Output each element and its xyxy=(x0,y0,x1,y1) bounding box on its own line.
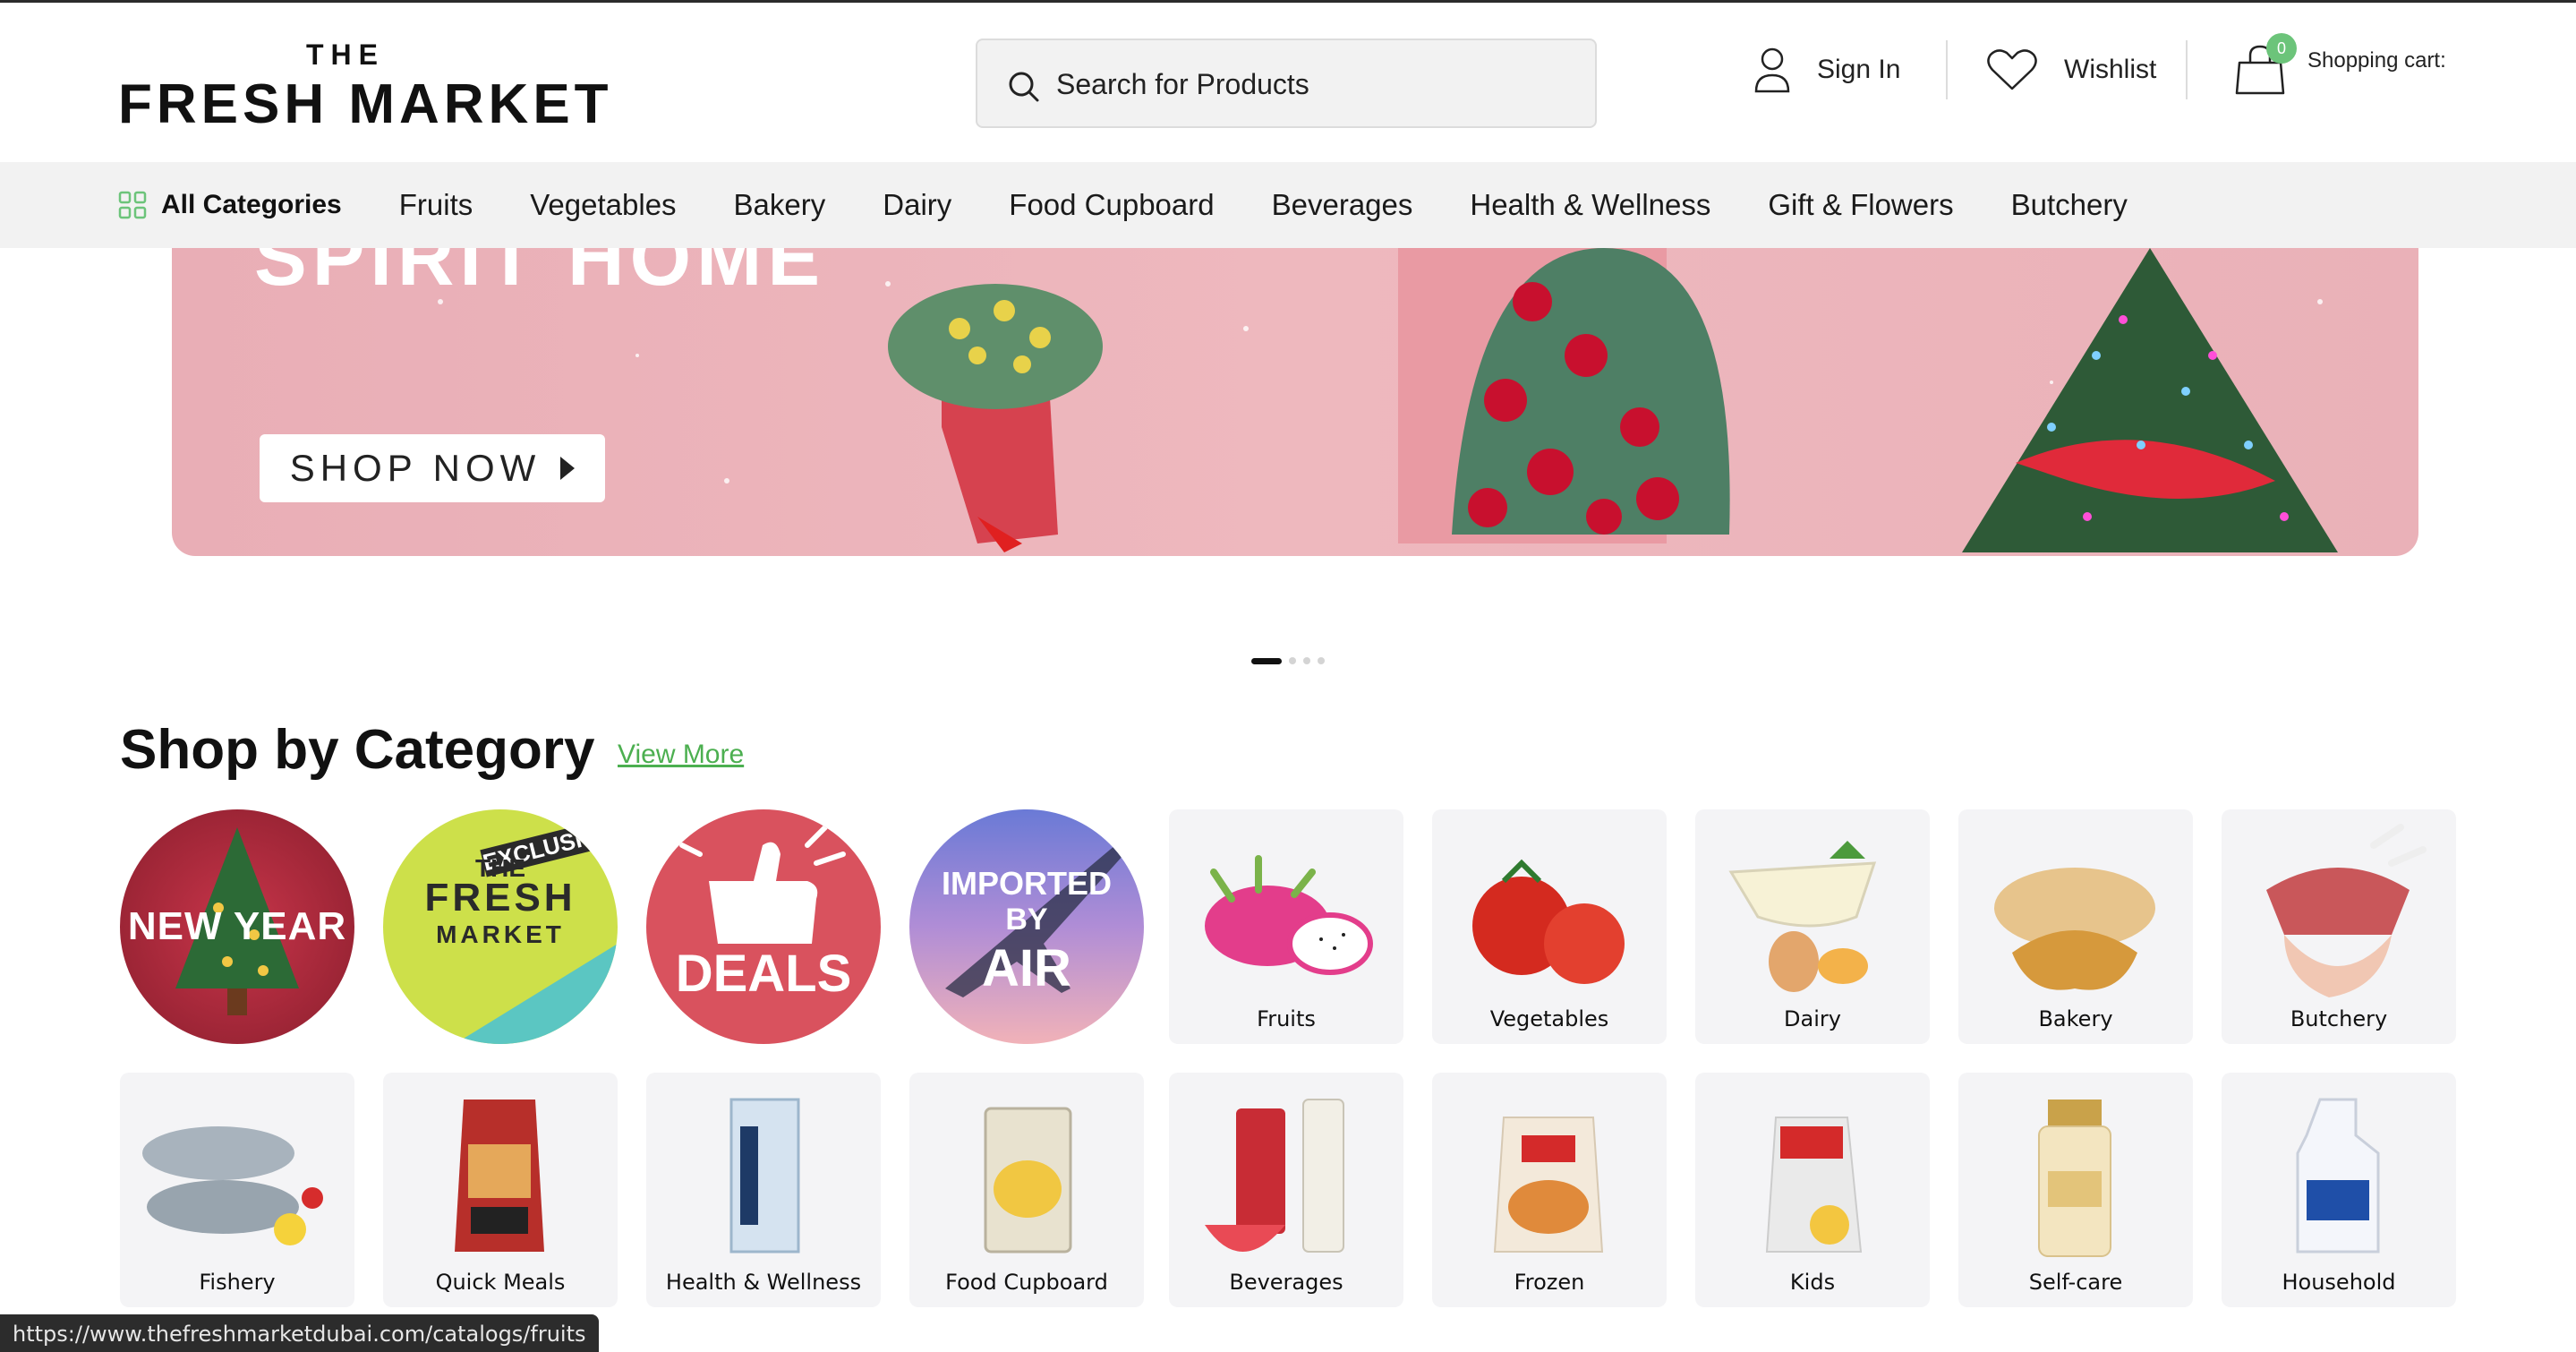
tile-label: Frozen xyxy=(1514,1270,1585,1295)
nav-item-bakery[interactable]: Bakery xyxy=(734,188,826,222)
grid-icon xyxy=(118,191,147,219)
nav-item-gift-flowers[interactable]: Gift & Flowers xyxy=(1768,188,1953,222)
shop-now-button[interactable]: SHOP NOW xyxy=(260,434,605,502)
tile-label: Beverages xyxy=(1229,1270,1343,1295)
view-more-link[interactable]: View More xyxy=(618,740,744,770)
category-vegetables[interactable]: Vegetables xyxy=(1432,809,1667,1044)
browser-status-url: https://www.thefreshmarketdubai.com/cata… xyxy=(0,1314,599,1352)
category-nav: All Categories Fruits Vegetables Bakery … xyxy=(0,162,2576,248)
wishlist-link[interactable]: Wishlist xyxy=(1985,39,2156,101)
sign-in-link[interactable]: Sign In xyxy=(1753,39,1900,101)
tile-label: Vegetables xyxy=(1489,1006,1609,1031)
sign-in-label: Sign In xyxy=(1817,55,1901,84)
heart-icon xyxy=(1987,49,2037,90)
tile-label: Dairy xyxy=(1784,1006,1841,1031)
thumbs-up-icon xyxy=(679,825,846,944)
exclusive-line2: FRESH xyxy=(424,876,576,920)
nav-item-butchery[interactable]: Butchery xyxy=(2011,188,2128,222)
category-imported-by-air[interactable]: IMPORTED BY AIR xyxy=(909,809,1144,1044)
category-exclusive[interactable]: EXCLUSIVE THE FRESH MARKET xyxy=(383,809,618,1044)
category-self-care[interactable]: Self-care xyxy=(1958,1073,2193,1307)
category-beverages[interactable]: Beverages xyxy=(1169,1073,1403,1307)
shopping-cart-label: Shopping cart: xyxy=(2307,48,2446,73)
category-kids[interactable]: Kids xyxy=(1695,1073,1930,1307)
tile-label: Bakery xyxy=(2038,1006,2113,1031)
category-dairy[interactable]: Dairy xyxy=(1695,809,1930,1044)
tile-label: Health & Wellness xyxy=(665,1270,862,1295)
header-divider xyxy=(1946,40,1948,99)
nav-item-food-cupboard[interactable]: Food Cupboard xyxy=(1009,188,1214,222)
deals-text: DEALS xyxy=(675,945,852,1003)
category-butchery[interactable]: Butchery xyxy=(2222,809,2456,1044)
carousel-dot-active[interactable] xyxy=(1251,657,1282,664)
imported-line1: IMPORTED xyxy=(941,865,1112,902)
category-bakery[interactable]: Bakery xyxy=(1958,809,2193,1044)
tile-label: Food Cupboard xyxy=(945,1270,1108,1295)
shopping-cart-link[interactable]: 0 Shopping cart: xyxy=(2234,33,2446,101)
site-header: THE FRESH MARKET Sign In Wishlist 0 Shop… xyxy=(0,3,2576,162)
logo-top-text: THE xyxy=(306,39,385,71)
exclusive-line3: MARKET xyxy=(436,920,565,948)
category-deals[interactable]: DEALS xyxy=(646,809,881,1044)
tile-label: Kids xyxy=(1789,1270,1836,1295)
nav-item-vegetables[interactable]: Vegetables xyxy=(530,188,676,222)
banner-artwork xyxy=(438,248,2338,552)
category-new-year[interactable]: NEW YEAR xyxy=(120,809,354,1044)
new-year-text: NEW YEAR xyxy=(127,904,347,948)
imported-line2: BY xyxy=(1005,903,1048,937)
carousel-dot[interactable] xyxy=(1289,657,1296,664)
cart-count-badge: 0 xyxy=(2266,33,2297,64)
carousel-pagination xyxy=(1251,657,1332,664)
category-quick-meals[interactable]: Quick Meals xyxy=(383,1073,618,1307)
tile-label: Fruits xyxy=(1257,1006,1316,1031)
search-bar[interactable] xyxy=(976,39,1597,128)
nav-item-health-wellness[interactable]: Health & Wellness xyxy=(1470,188,1710,222)
imported-line3: AIR xyxy=(982,939,1071,997)
category-health-wellness[interactable]: Health & Wellness xyxy=(646,1073,881,1307)
tile-label: Fishery xyxy=(199,1270,276,1295)
carousel-dot[interactable] xyxy=(1318,657,1325,664)
user-icon xyxy=(1754,47,1790,93)
category-fishery[interactable]: Fishery xyxy=(120,1073,354,1307)
all-categories-label: All Categories xyxy=(161,190,342,219)
tile-label: Self-care xyxy=(2028,1270,2123,1295)
search-icon xyxy=(1009,72,1039,102)
site-logo[interactable]: THE FRESH MARKET xyxy=(118,39,609,137)
promo-banner[interactable]: SPIRIT HOME SHOP NOW xyxy=(172,248,2418,556)
wishlist-label: Wishlist xyxy=(2064,55,2157,84)
carousel-dot[interactable] xyxy=(1303,657,1310,664)
section-title: Shop by Category xyxy=(120,719,595,781)
nav-item-dairy[interactable]: Dairy xyxy=(883,188,951,222)
nav-item-fruits[interactable]: Fruits xyxy=(399,188,473,222)
tile-label: Quick Meals xyxy=(435,1270,566,1295)
all-categories-button[interactable]: All Categories xyxy=(118,190,342,220)
tile-label: Household xyxy=(2282,1270,2396,1295)
header-divider xyxy=(2186,40,2188,99)
category-frozen[interactable]: Frozen xyxy=(1432,1073,1667,1307)
category-household[interactable]: Household xyxy=(2222,1073,2456,1307)
tile-label: Butchery xyxy=(2290,1006,2388,1031)
search-input[interactable] xyxy=(1056,58,1575,110)
category-fruits[interactable]: Fruits xyxy=(1169,809,1403,1044)
nav-item-beverages[interactable]: Beverages xyxy=(1272,188,1413,222)
logo-main-text: FRESH MARKET xyxy=(118,73,613,135)
category-food-cupboard[interactable]: Food Cupboard xyxy=(909,1073,1144,1307)
